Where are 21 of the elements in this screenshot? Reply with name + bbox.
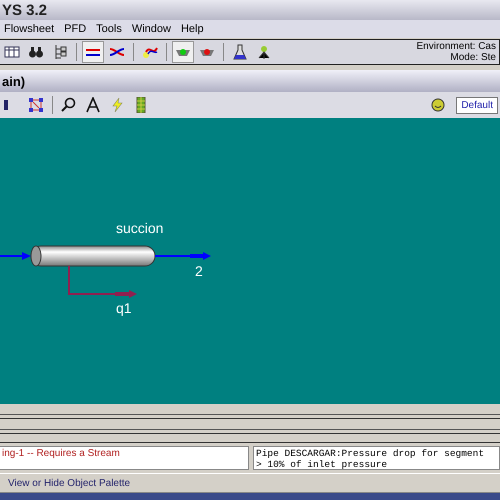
trace-line: Pipe DESCARGAR:Pressure drop for segment	[256, 448, 486, 459]
stream-label[interactable]: 2	[195, 263, 203, 279]
menu-item[interactable]: Window	[132, 23, 171, 35]
energy-stream-label[interactable]: q1	[116, 300, 132, 316]
window-title: YS 3.2	[2, 2, 48, 18]
menu-item[interactable]: PFD	[64, 23, 86, 35]
pipe-drawing[interactable]	[30, 246, 156, 266]
menu-item[interactable]: Flowsheet	[4, 23, 54, 35]
menu-item[interactable]: Help	[180, 23, 204, 35]
menu-item[interactable]: Tools	[96, 23, 122, 35]
trace-line: > 10% of inlet pressure	[256, 459, 388, 470]
color-scheme-field[interactable]: Default	[456, 96, 498, 114]
mode-label: Mode: Ste	[450, 52, 496, 63]
warning-message: ing-1 -- Requires a Stream	[2, 448, 121, 459]
environment-label: Environment: Cas	[416, 41, 496, 52]
pfd-window-title: ain)	[2, 74, 26, 88]
network-icon[interactable]	[26, 95, 46, 115]
signal-lamp-icon[interactable]	[173, 42, 193, 62]
status-text: View or Hide Object Palette	[8, 478, 130, 488]
unit-label[interactable]: succion	[116, 220, 164, 236]
lines-icon[interactable]	[83, 42, 103, 62]
